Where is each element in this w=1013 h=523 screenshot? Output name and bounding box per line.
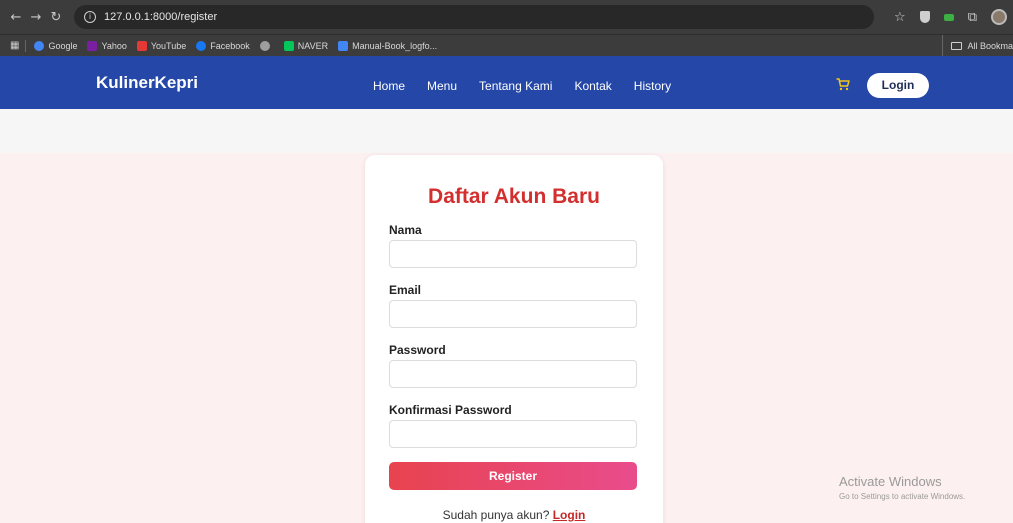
globe-icon: [259, 40, 270, 51]
activate-windows-watermark: Activate Windows Go to Settings to activ…: [839, 474, 965, 501]
site-info-icon[interactable]: i: [84, 11, 96, 23]
bookmark-youtube[interactable]: YouTube: [136, 40, 186, 51]
password-label: Password: [389, 343, 446, 357]
name-field[interactable]: [389, 240, 637, 268]
extensions-puzzle-icon[interactable]: ⧉: [968, 10, 977, 25]
cart-icon[interactable]: [836, 78, 850, 91]
bookmark-facebook[interactable]: Facebook: [196, 40, 250, 51]
page-header-band: [0, 109, 1013, 153]
bookmark-star-icon[interactable]: ☆: [894, 10, 906, 25]
bookmark-google[interactable]: Google: [34, 40, 77, 51]
nav-link-kontak[interactable]: Kontak: [574, 79, 611, 93]
shield-extension-icon[interactable]: [919, 11, 930, 23]
name-label: Nama: [389, 223, 422, 237]
site-navbar: KulinerKepri Home Menu Tentang Kami Kont…: [0, 56, 1013, 109]
confirm-password-label: Konfirmasi Password: [389, 403, 512, 417]
forward-icon[interactable]: →: [26, 10, 46, 25]
yahoo-icon: [87, 40, 98, 51]
watermark-title: Activate Windows: [839, 474, 942, 489]
bookmark-yahoo[interactable]: Yahoo: [87, 40, 127, 51]
youtube-icon: [136, 40, 147, 51]
back-icon[interactable]: ←: [6, 10, 26, 25]
bookmark-naver[interactable]: NAVER: [283, 40, 328, 51]
apps-grid-icon[interactable]: ▦: [10, 40, 19, 51]
bookmarks-divider: [25, 39, 27, 52]
login-button[interactable]: Login: [867, 73, 929, 98]
watermark-subtitle: Go to Settings to activate Windows.: [839, 492, 966, 501]
email-label: Email: [389, 283, 422, 297]
browser-toolbar: ← → ↻ i 127.0.0.1:8000/register ☆ ⧉: [0, 0, 1013, 34]
bookmark-unnamed[interactable]: [259, 40, 274, 51]
nav-link-home[interactable]: Home: [373, 79, 405, 93]
reload-icon[interactable]: ↻: [46, 10, 66, 25]
profile-avatar[interactable]: [991, 9, 1007, 25]
nav-link-history[interactable]: History: [634, 79, 671, 93]
address-bar[interactable]: i 127.0.0.1:8000/register: [74, 5, 874, 29]
all-bookmarks-button[interactable]: All Bookma: [942, 35, 1013, 57]
login-prompt: Sudah punya akun? Login: [365, 508, 663, 522]
register-button[interactable]: Register: [389, 462, 637, 490]
register-card: Daftar Akun Baru Nama Email Password Kon…: [365, 155, 663, 523]
google-icon: [34, 40, 45, 51]
bookmark-manual-book[interactable]: Manual-Book_logfo...: [338, 40, 437, 51]
facebook-icon: [196, 40, 207, 51]
nav-links: Home Menu Tentang Kami Kontak History: [373, 79, 693, 93]
form-title: Daftar Akun Baru: [428, 185, 600, 208]
confirm-password-field[interactable]: [389, 420, 637, 448]
login-prompt-text: Sudah punya akun?: [442, 508, 550, 522]
password-field[interactable]: [389, 360, 637, 388]
naver-icon: [283, 40, 294, 51]
nav-link-tentang-kami[interactable]: Tentang Kami: [479, 79, 552, 93]
folder-icon: [951, 42, 963, 50]
bookmarks-bar: ▦ Google Yahoo YouTube Facebook NAVER Ma…: [0, 34, 1013, 57]
url-text: 127.0.0.1:8000/register: [104, 11, 218, 23]
green-extension-icon[interactable]: [943, 13, 954, 21]
document-icon: [338, 40, 349, 51]
nav-link-menu[interactable]: Menu: [427, 79, 457, 93]
login-link[interactable]: Login: [553, 508, 586, 522]
email-field[interactable]: [389, 300, 637, 328]
brand-logo[interactable]: KulinerKepri: [96, 73, 198, 93]
